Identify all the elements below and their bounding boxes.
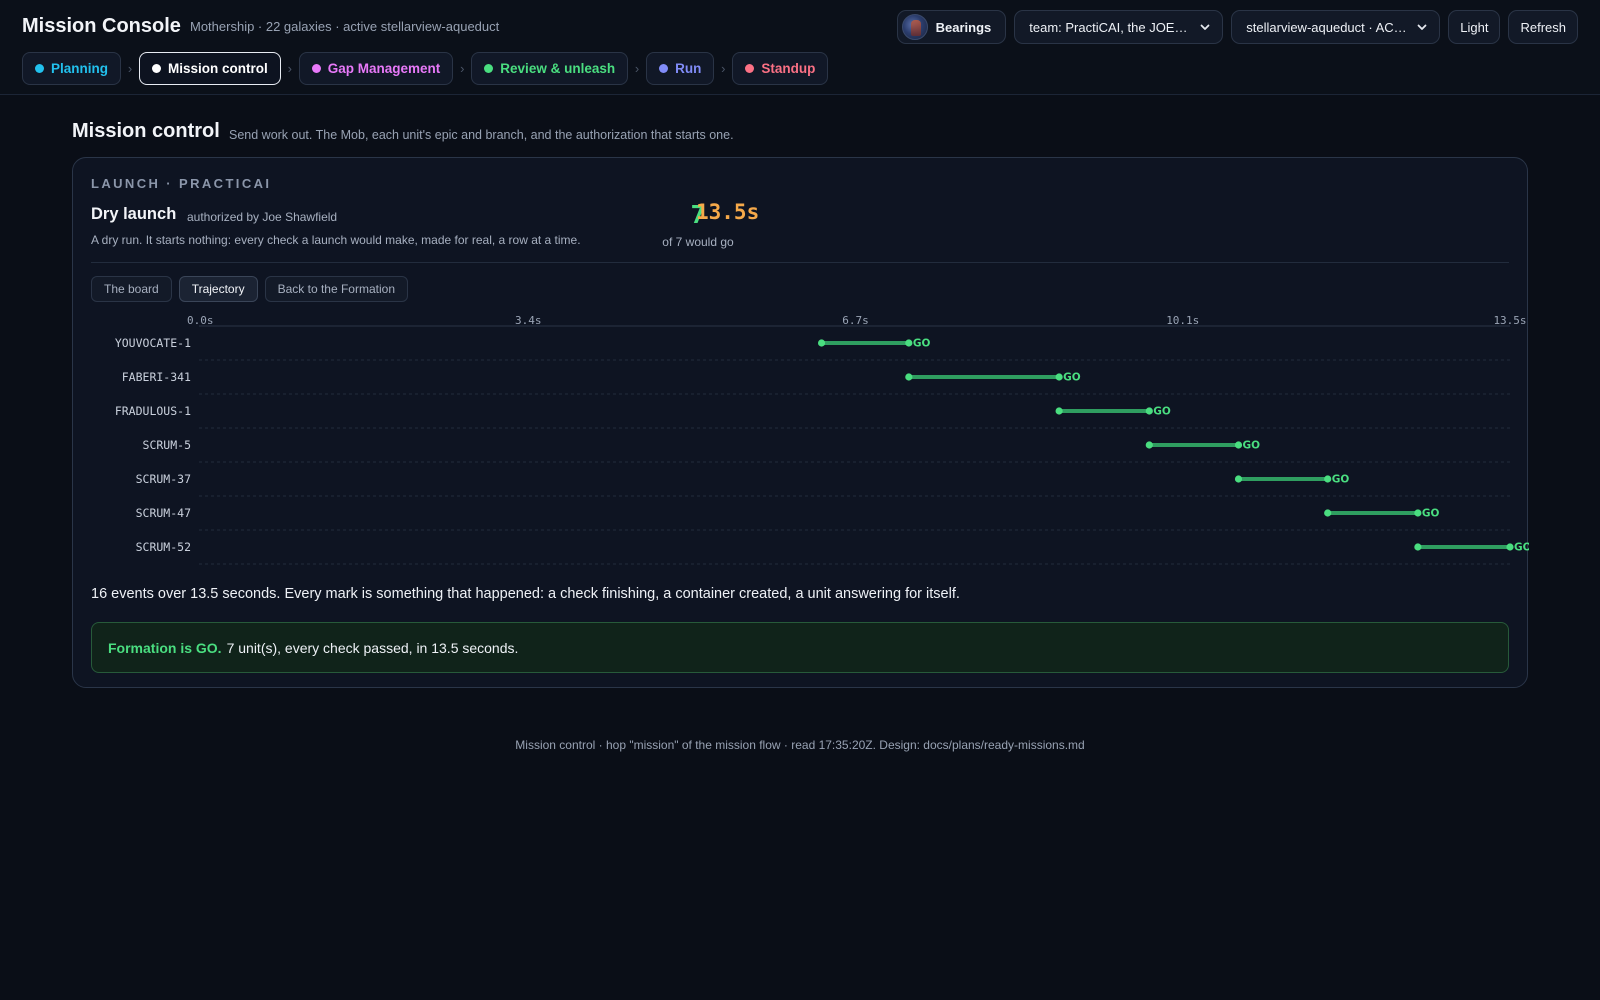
team-select-value: team: PractiCAI, the JOEY… (1029, 19, 1193, 35)
end-point (1414, 509, 1422, 517)
go-count-caption: of 7 would go (662, 235, 734, 249)
start-point (1055, 407, 1063, 415)
breadcrumb-label: Run (675, 61, 702, 76)
tab-the-board[interactable]: The board (91, 276, 172, 302)
end-point (905, 339, 913, 347)
events-summary: 16 events over 13.5 seconds. Every mark … (91, 586, 960, 602)
trajectory-chart: 0.0s 3.4s 6.7s 10.1s 13.5s YOUVOCATE-1 GO FABER… (73, 308, 1529, 570)
breadcrumb-separator: › (460, 61, 465, 76)
team-select[interactable]: team: PractiCAI, the JOEY… (1014, 10, 1224, 44)
chevron-down-icon (1417, 24, 1427, 30)
start-point (1324, 509, 1332, 517)
end-point (1145, 407, 1153, 415)
status-label: GO (1332, 474, 1350, 486)
breadcrumb-separator: › (287, 61, 292, 76)
launch-eyebrow: LAUNCH · PRACTICAI (91, 176, 272, 191)
flow-breadcrumb: Planning › Mission control › Gap Management ›… (22, 52, 829, 85)
x-tick-label: 10.1s (1166, 314, 1199, 327)
breadcrumb-label: Gap Management (327, 61, 441, 76)
bearings-button[interactable]: Bearings (896, 10, 1007, 44)
status-label: GO (913, 338, 931, 350)
status-dot-icon (659, 64, 669, 73)
bearings-label: Bearings (935, 19, 992, 35)
end-point (1234, 441, 1243, 449)
x-tick-label: 3.4s (515, 314, 542, 327)
row-label: FABERI-341 (122, 370, 191, 384)
verdict-status: Formation is GO. (108, 639, 222, 656)
breadcrumb-mission-control[interactable]: Mission control (139, 52, 281, 85)
chevron-down-icon (1200, 24, 1210, 30)
formation-verdict: Formation is GO. 7 unit(s), every check … (91, 622, 1509, 673)
repo-select-value: stellarview-aqueduct · AC… (1246, 19, 1407, 35)
x-tick-label: 0.0s (187, 314, 214, 327)
theme-toggle-button[interactable]: Light (1448, 10, 1501, 44)
app-subtitle: Mothership · 22 galaxies · active stella… (190, 19, 500, 34)
row-label: FRADULOUS-1 (115, 404, 191, 418)
breadcrumb-label: Review & unleash (500, 61, 616, 76)
verdict-detail: 7 unit(s), every check passed, in 13.5 s… (226, 639, 519, 656)
breadcrumb-planning[interactable]: Planning (22, 52, 121, 85)
status-dot-icon (745, 64, 755, 73)
start-point (1145, 441, 1153, 449)
launch-duration: 13.5s (696, 200, 760, 224)
start-point (817, 339, 826, 347)
end-point (1324, 475, 1332, 483)
authorized-by: authorized by Joe Shawfield (187, 210, 338, 224)
divider (91, 262, 1509, 263)
launch-card: LAUNCH · PRACTICAI Dry launch authorized… (72, 157, 1529, 688)
breadcrumb-run[interactable]: Run (646, 52, 715, 85)
row-label: SCRUM-37 (136, 472, 191, 486)
breadcrumb-label: Standup (761, 61, 816, 76)
breadcrumb-label: Mission control (168, 61, 268, 76)
status-label: GO (1063, 372, 1081, 384)
end-point (1055, 373, 1063, 381)
repo-select[interactable]: stellarview-aqueduct · AC… (1231, 10, 1441, 44)
x-tick-label: 6.7s (842, 314, 869, 327)
dry-launch-description: A dry run. It starts nothing: every chec… (91, 233, 581, 247)
status-label: GO (1514, 542, 1529, 554)
status-label: GO (1243, 440, 1261, 452)
breadcrumb-label: Planning (51, 61, 108, 76)
row-label: YOUVOCATE-1 (115, 336, 191, 350)
x-tick-label: 13.5s (1493, 314, 1526, 327)
trajectory-svg: 0.0s 3.4s 6.7s 10.1s 13.5s YOUVOCATE-1 GO FABER… (115, 314, 1529, 565)
status-dot-icon (152, 64, 161, 73)
breadcrumb-review-unleash[interactable]: Review & unleash (471, 52, 629, 85)
status-label: GO (1153, 406, 1171, 418)
breadcrumb-standup[interactable]: Standup (732, 52, 829, 85)
breadcrumb-separator: › (634, 61, 640, 76)
status-dot-icon (311, 64, 321, 73)
refresh-button[interactable]: Refresh (1508, 10, 1578, 44)
end-point (1506, 543, 1514, 551)
page-title: Mission control (72, 120, 220, 142)
tab-trajectory[interactable]: Trajectory (178, 276, 258, 302)
avatar (901, 14, 928, 40)
app-title: Mission Console (22, 15, 181, 37)
breadcrumb-separator: › (721, 61, 726, 76)
top-bar: Mission Console Mothership · 22 galaxies… (0, 0, 1600, 95)
page-subtitle: Send work out. The Mob, each unit's epic… (229, 128, 734, 142)
row-label: SCRUM-52 (136, 540, 191, 554)
row-label: SCRUM-47 (136, 506, 191, 520)
top-actions: Bearings team: PractiCAI, the JOEY… stel… (896, 10, 1578, 44)
dry-launch-title: Dry launch (91, 205, 177, 223)
breadcrumb-gap-management[interactable]: Gap Management (298, 52, 454, 85)
start-point (1414, 543, 1422, 551)
tab-back-to-the-formation[interactable]: Back to the Formation (264, 276, 408, 302)
breadcrumb-separator: › (127, 61, 133, 76)
start-point (1234, 475, 1243, 483)
status-dot-icon (35, 64, 44, 73)
view-tabs: The board Trajectory Back to the Formation (91, 276, 408, 302)
status-dot-icon (484, 64, 494, 73)
row-label: SCRUM-5 (143, 438, 191, 452)
status-label: GO (1422, 508, 1440, 520)
start-point (905, 373, 913, 381)
footer-note: Mission control · hop "mission" of the m… (515, 738, 1085, 752)
